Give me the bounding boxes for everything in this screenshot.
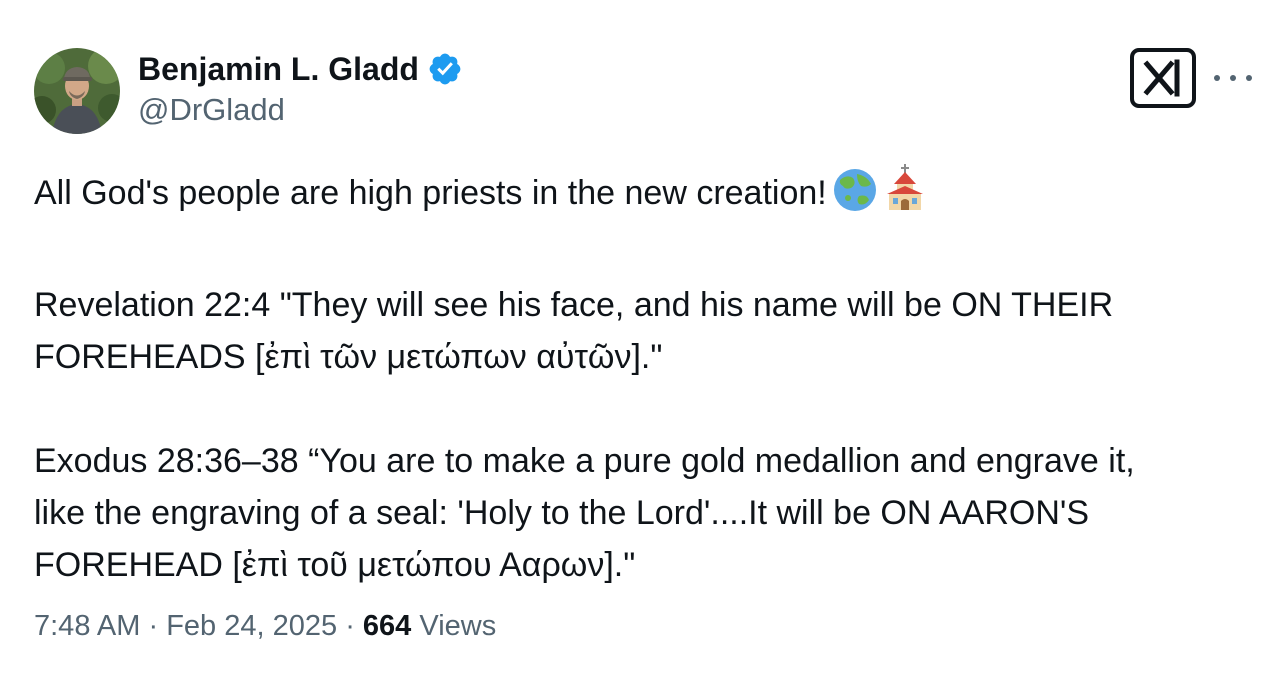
tweet-line: Revelation 22:4 "They will see his face,… — [34, 286, 1114, 324]
church-emoji-icon — [883, 164, 927, 227]
more-dot — [1246, 75, 1252, 81]
tweet-meta: 7:48 AM · Feb 24, 2025 · 664 Views — [34, 610, 496, 643]
tweet-text: All God's people are high priests in the… — [34, 164, 1254, 591]
tweet-line: All God's people are high priests in the… — [34, 164, 1254, 227]
tweet-line-text: All God's people are high priests in the… — [34, 174, 827, 212]
tweet-line: FOREHEADS [ἐπὶ τῶν μετώπων αὐτῶν]." — [34, 338, 663, 376]
grok-button[interactable] — [1130, 48, 1196, 108]
verified-badge-icon[interactable] — [427, 51, 463, 87]
more-dot — [1230, 75, 1236, 81]
tweet-line: like the engraving of a seal: 'Holy to t… — [34, 494, 1090, 532]
meta-separator: · — [148, 610, 159, 642]
globe-asia-australia-emoji-icon — [833, 168, 877, 227]
author-name-row: Benjamin L. Gladd — [138, 48, 463, 90]
meta-separator: · — [345, 610, 355, 642]
avatar[interactable] — [34, 48, 120, 134]
views-count: 664 — [362, 610, 412, 642]
tweet-time[interactable]: 7:48 AM — [34, 610, 140, 642]
profile-photo-icon — [34, 48, 120, 134]
author-display-name[interactable]: Benjamin L. Gladd — [138, 51, 419, 88]
more-options-icon[interactable] — [1214, 62, 1252, 94]
author-handle[interactable]: @DrGladd — [138, 92, 285, 128]
views-label: Views — [419, 610, 497, 642]
more-dot — [1214, 75, 1220, 81]
tweet-date[interactable]: Feb 24, 2025 — [166, 610, 337, 642]
tweet-line: FOREHEAD [ἐπὶ τοῦ μετώπου Ααρων]." — [34, 546, 636, 584]
grok-icon — [1143, 59, 1180, 97]
tweet-line: Exodus 28:36–38 “You are to make a pure … — [34, 442, 1135, 480]
